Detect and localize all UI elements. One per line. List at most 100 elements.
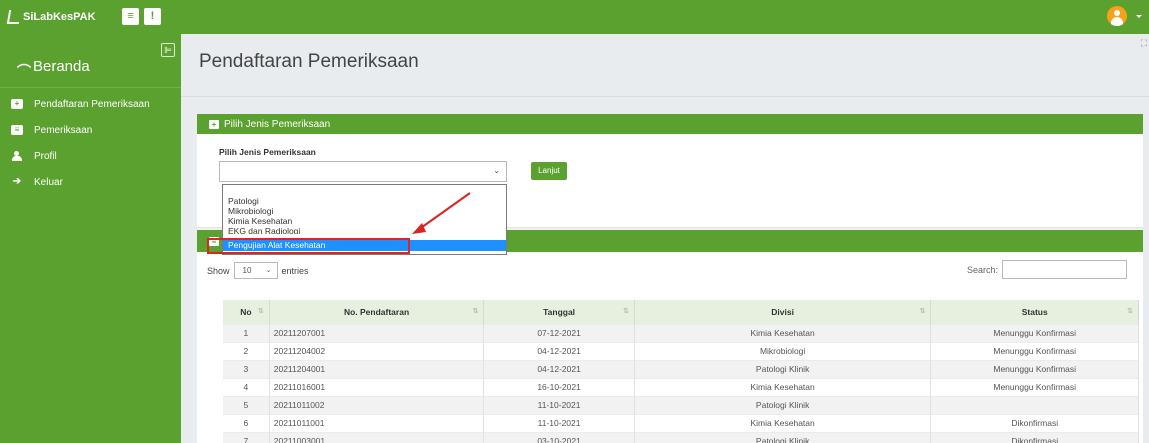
cell-status: Menunggu Konfirmasi [930, 341, 1139, 360]
chevron-down-icon[interactable] [1136, 15, 1142, 18]
annotation-arrow-icon [412, 192, 471, 234]
cell-date: 16-10-2021 [483, 377, 635, 396]
sidebar-item-keluar[interactable]: ➔ Keluar [0, 169, 181, 195]
cell-no: 6 [223, 413, 270, 432]
table-header-row: No ⇅ No. Pendaftaran ⇅ Tanggal ⇅ Divisi ⇅ St… [223, 300, 1139, 324]
highlight-box [207, 238, 410, 254]
card-header: + Pilih Jenis Pemeriksaan [197, 114, 1143, 134]
table-search: Search: [967, 260, 1127, 279]
chevron-down-icon: ⌄ [265, 267, 272, 274]
divider [181, 96, 1149, 97]
id-card-icon: ≡ [11, 125, 23, 135]
entries-select[interactable]: 10 ⌄ [233, 262, 278, 279]
column-header-no[interactable]: No ⇅ [223, 300, 270, 324]
cell-date: 11-10-2021 [483, 395, 635, 414]
cell-divisi: Kimia Kesehatan [634, 413, 932, 432]
card-title: Pilih Jenis Pemeriksaan [224, 118, 331, 130]
sidebar-collapse-button[interactable]: ⊫ [161, 43, 175, 57]
cell-no: 2 [223, 341, 270, 360]
dropdown-option-mikrobiologi[interactable]: Mikrobiologi [228, 206, 273, 216]
sign-out-icon: ➔ [12, 176, 22, 187]
cell-no: 1 [223, 323, 270, 342]
column-header-status[interactable]: Status ⇅ [930, 300, 1139, 324]
sidebar-item-beranda[interactable]: Beranda [33, 58, 90, 75]
sidebar: ⊫ ⌒ Beranda + Pendaftaran Pemeriksaan ≡ … [0, 34, 181, 443]
search-input[interactable] [1002, 260, 1127, 279]
fullscreen-icon[interactable]: ⛶ [1141, 38, 1147, 49]
search-label: Search: [966, 264, 998, 275]
cell-divisi: Patologi Klinik [634, 431, 932, 443]
dropdown-option-patologi[interactable]: Patologi [228, 196, 259, 206]
cell-divisi: Patologi Klinik [634, 395, 932, 414]
table-row[interactable]: 7 20211003001 03-10-2021 Patologi Klinik… [223, 431, 1139, 443]
cell-status: Menunggu Konfirmasi [930, 323, 1139, 342]
lanjut-button[interactable]: Lanjut [531, 162, 567, 180]
cell-reg: 20211207001 [269, 323, 485, 342]
cell-status: Menunggu Konfirmasi [930, 359, 1139, 378]
cell-status [930, 395, 1139, 414]
table-row[interactable]: 4 20211016001 16-10-2021 Kimia Kesehatan… [223, 377, 1139, 396]
sort-icon: ⇅ [472, 308, 479, 315]
cell-date: 04-12-2021 [483, 359, 635, 378]
dropdown-option-ekg[interactable]: EKG dan Radiologi [228, 226, 300, 234]
cell-date: 03-10-2021 [483, 431, 635, 443]
show-label: Show [207, 265, 230, 276]
entries-length-control: Show 10 ⌄ entries [207, 262, 309, 279]
column-header-reg[interactable]: No. Pendaftaran ⇅ [269, 300, 485, 324]
alert-button[interactable]: ! [144, 8, 161, 25]
user-icon [11, 151, 23, 161]
cell-no: 5 [223, 395, 270, 414]
cell-date: 07-12-2021 [483, 323, 635, 342]
table-row[interactable]: 3 20211204001 04-12-2021 Patologi Klinik… [223, 359, 1139, 378]
cell-status: Dikonfirmasi [930, 413, 1139, 432]
sidebar-item-pendaftaran[interactable]: + Pendaftaran Pemeriksaan [0, 91, 181, 117]
column-header-divisi[interactable]: Divisi ⇅ [634, 300, 932, 324]
user-avatar-icon[interactable] [1107, 6, 1127, 26]
cell-divisi: Mikrobiologi [634, 341, 932, 360]
entries-value: 10 [242, 266, 252, 275]
cell-no: 7 [223, 431, 270, 443]
cell-divisi: Kimia Kesehatan [634, 323, 932, 342]
registration-table: No ⇅ No. Pendaftaran ⇅ Tanggal ⇅ Divisi ⇅ St… [223, 300, 1139, 443]
column-header-date[interactable]: Tanggal ⇅ [483, 300, 635, 324]
sort-icon: ⇅ [622, 308, 629, 315]
sidebar-item-profil[interactable]: Profil [0, 143, 181, 169]
cell-status: Dikonfirmasi [930, 431, 1139, 443]
table-row[interactable]: 5 20211011002 11-10-2021 Patologi Klinik [223, 395, 1139, 414]
cell-reg: 20211011002 [269, 395, 485, 414]
entries-label: entries [281, 265, 309, 276]
sidebar-item-label: Pendaftaran Pemeriksaan [34, 98, 150, 110]
table-row[interactable]: 2 20211204002 04-12-2021 Mikrobiologi Me… [223, 341, 1139, 360]
dashboard-icon: ⌒ [17, 63, 31, 79]
cell-status: Menunggu Konfirmasi [930, 377, 1139, 396]
chevron-down-icon: ⌄ [493, 166, 500, 175]
dropdown-option-kimia[interactable]: Kimia Kesehatan [228, 216, 292, 226]
cell-reg: 20211204001 [269, 359, 485, 378]
cell-divisi: Kimia Kesehatan [634, 377, 932, 396]
sidebar-item-label: Keluar [34, 176, 63, 188]
menu-toggle-button[interactable]: ≡ [122, 8, 139, 25]
exam-type-select[interactable]: ⌄ [219, 161, 507, 182]
flask-icon [6, 10, 22, 24]
cell-divisi: Patologi Klinik [634, 359, 932, 378]
brand-logo[interactable]: SiLabKesPAK [6, 8, 96, 26]
table-row[interactable]: 6 20211011001 11-10-2021 Kimia Kesehatan… [223, 413, 1139, 432]
sort-icon: ⇅ [919, 308, 926, 315]
cell-date: 11-10-2021 [483, 413, 635, 432]
sidebar-item-pemeriksaan[interactable]: ≡ Pemeriksaan [0, 117, 181, 143]
brand-name: SiLabKesPAK [23, 11, 96, 23]
sidebar-nav: + Pendaftaran Pemeriksaan ≡ Pemeriksaan … [0, 91, 181, 195]
sidebar-header: ⊫ ⌒ Beranda [0, 34, 181, 88]
sort-icon: ⇅ [257, 308, 264, 315]
cell-reg: 20211003001 [269, 431, 485, 443]
cell-date: 04-12-2021 [483, 341, 635, 360]
cell-no: 4 [223, 377, 270, 396]
top-navbar: SiLabKesPAK ≡ ! [0, 0, 1149, 34]
exam-type-label: Pilih Jenis Pemeriksaan [219, 147, 316, 157]
cell-reg: 20211204002 [269, 341, 485, 360]
plus-square-icon: + [11, 99, 23, 109]
sort-icon: ⇅ [1127, 308, 1133, 315]
sidebar-item-label: Profil [34, 150, 57, 162]
cell-reg: 20211011001 [269, 413, 485, 432]
table-row[interactable]: 1 20211207001 07-12-2021 Kimia Kesehatan… [223, 323, 1139, 342]
